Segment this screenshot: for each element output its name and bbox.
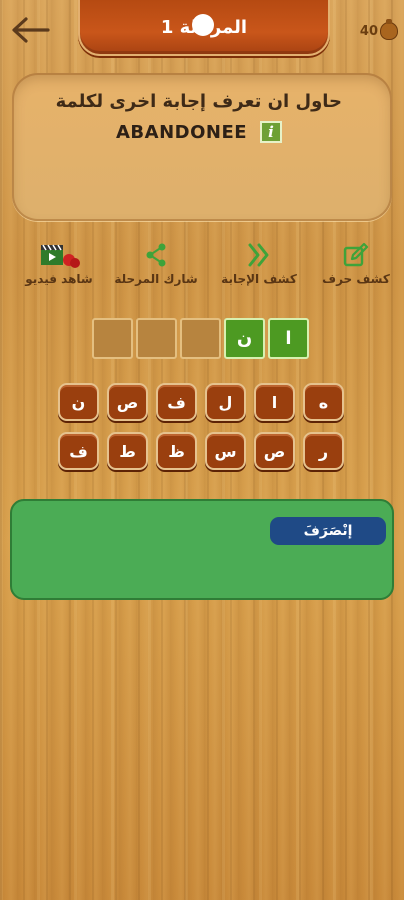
watch-video-button[interactable]: شاهد فيديو [18, 240, 100, 286]
letter-tile[interactable]: ه [303, 383, 344, 421]
double-chevron-icon [246, 240, 272, 270]
coin-counter: 40 [359, 19, 398, 40]
question-prompt: حاول ان تعرف إجابة اخرى لكلمة [55, 91, 342, 112]
share-level-label: شارك المرحلة [114, 272, 198, 286]
coin-bag-icon [380, 19, 398, 40]
coin-count: 40 [359, 23, 378, 39]
found-answers-panel: إنْصَرَفَ [10, 499, 394, 600]
reveal-answer-label: كشف الإجابة [221, 272, 297, 286]
video-icon [37, 240, 81, 270]
letter-tile[interactable]: ص [107, 383, 148, 421]
reveal-letter-label: كشف حرف [322, 272, 390, 286]
answer-slot[interactable]: ن [224, 318, 265, 359]
letter-tile[interactable]: ف [156, 383, 197, 421]
answer-slot[interactable]: ا [268, 318, 309, 359]
back-button[interactable] [8, 12, 52, 48]
letter-tile[interactable]: ن [58, 383, 99, 421]
question-panel: حاول ان تعرف إجابة اخرى لكلمة ABANDONEE … [12, 73, 392, 221]
banner-knob [192, 14, 214, 36]
answer-slot[interactable] [180, 318, 221, 359]
tile-row: ف ط ظ س ص ر [58, 432, 350, 470]
found-answer-pill[interactable]: إنْصَرَفَ [270, 517, 386, 545]
letter-tile[interactable]: ل [205, 383, 246, 421]
letter-tile[interactable]: ر [303, 432, 344, 470]
letter-tile[interactable]: ظ [156, 432, 197, 470]
edit-icon [342, 240, 370, 270]
reveal-letter-button[interactable]: كشف حرف [316, 240, 396, 286]
answer-slots: ن ا [92, 318, 309, 359]
letter-tile[interactable]: ص [254, 432, 295, 470]
question-word: ABANDONEE [116, 122, 248, 143]
answer-slot[interactable] [136, 318, 177, 359]
share-level-button[interactable]: شارك المرحلة [113, 240, 199, 286]
letter-tile[interactable]: ط [107, 432, 148, 470]
back-arrow-icon [12, 17, 50, 43]
letter-tile[interactable]: ف [58, 432, 99, 470]
watch-video-label: شاهد فيديو [25, 272, 93, 286]
letter-tile[interactable]: س [205, 432, 246, 470]
info-icon[interactable]: i [260, 121, 282, 143]
level-banner: المرحلة 1 [78, 0, 330, 56]
reveal-answer-button[interactable]: كشف الإجابة [214, 240, 304, 286]
share-icon [144, 240, 168, 270]
answer-slot[interactable] [92, 318, 133, 359]
tile-row: ن ص ف ل ا ه [58, 383, 350, 421]
action-row: كشف حرف كشف الإجابة شارك المرحلة شاهد في… [0, 240, 404, 300]
letter-tile[interactable]: ا [254, 383, 295, 421]
letter-tiles: ن ص ف ل ا ه ف ط ظ س ص ر [58, 383, 350, 481]
